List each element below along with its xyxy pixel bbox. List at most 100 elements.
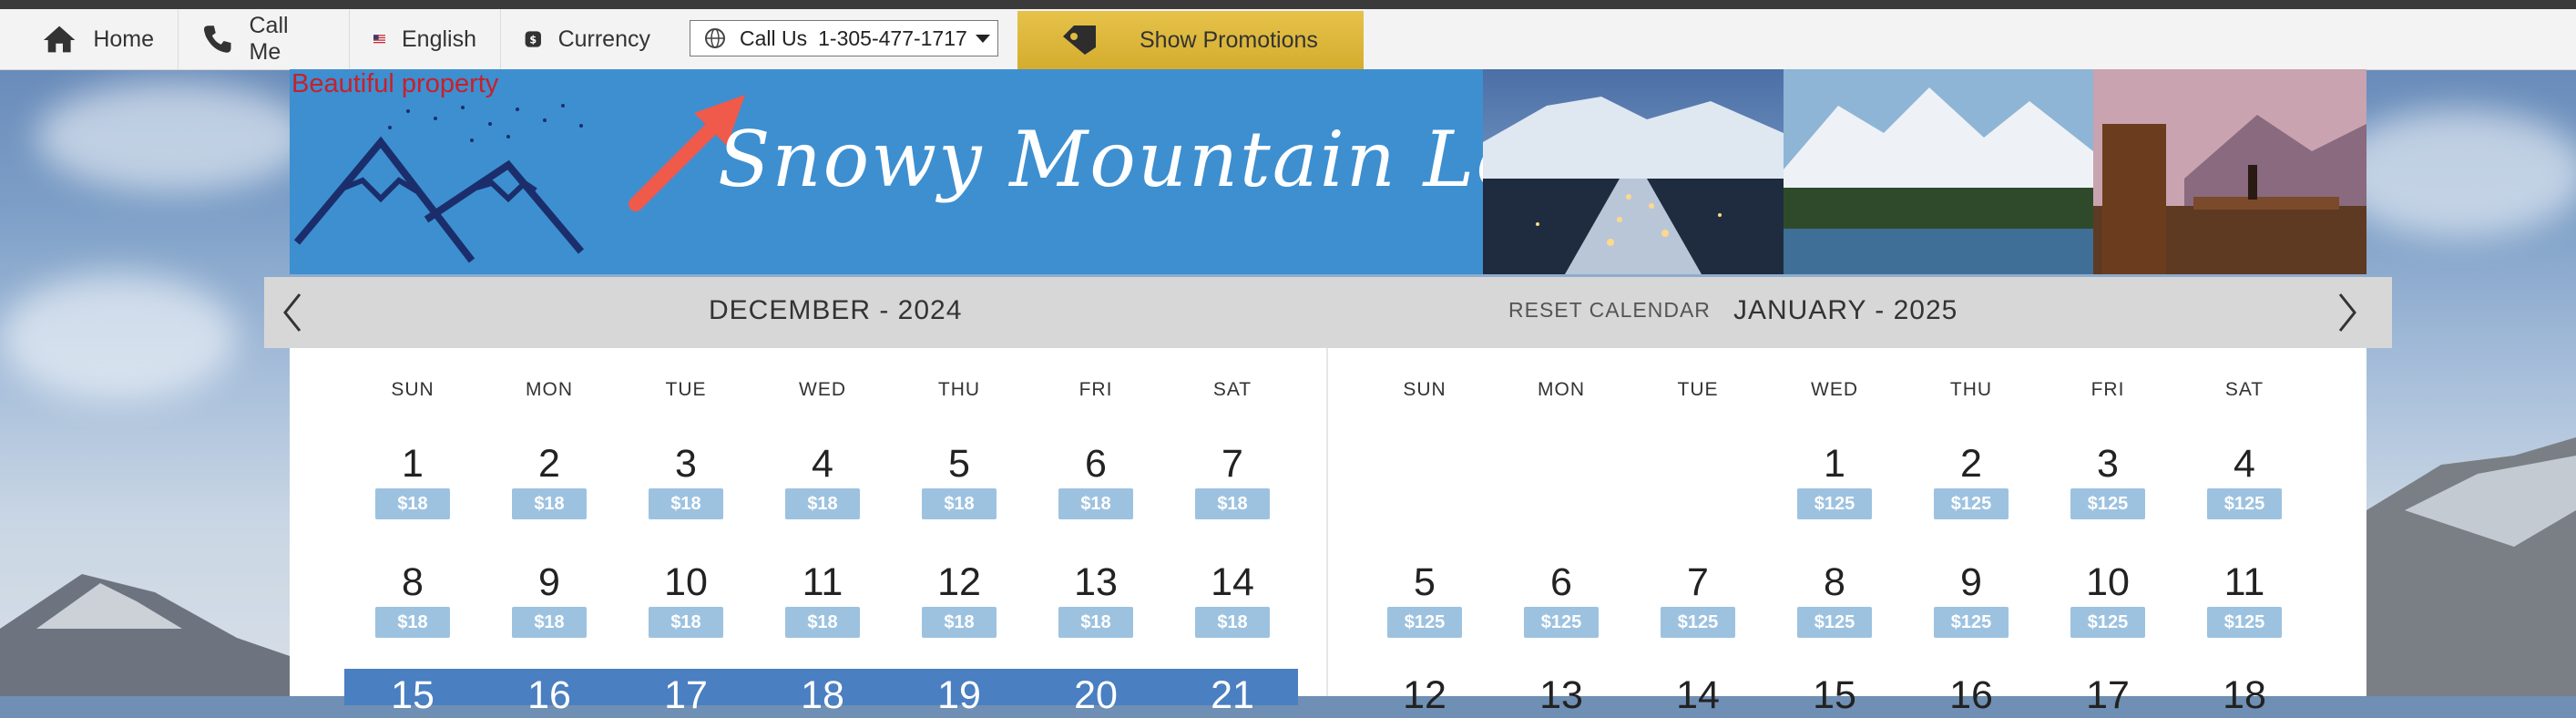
- day-number: 19: [937, 673, 981, 717]
- dec-day-cell[interactable]: 5 $18: [891, 441, 1027, 519]
- dec-weekday-mon: MON: [526, 379, 573, 400]
- jan-weekday-tue: TUE: [1677, 379, 1719, 400]
- currency-selector[interactable]: $ Currency: [501, 9, 674, 69]
- price-badge: $18: [649, 607, 723, 638]
- calendar-body: SUN MON TUE WED THU FRI SAT 1 $18 2 $18 3 $…: [290, 348, 2366, 717]
- jan-day-cell[interactable]: 5 $125: [1356, 559, 1493, 638]
- jan-day-cell[interactable]: 16: [1903, 672, 2039, 718]
- dec-weekday-tue: TUE: [665, 379, 707, 400]
- day-number: 4: [812, 442, 833, 486]
- show-promotions-label: Show Promotions: [1140, 26, 1318, 53]
- day-number: 15: [1813, 673, 1856, 717]
- jan-day-cell[interactable]: 6 $125: [1493, 559, 1630, 638]
- jan-weekday-thu: THU: [1949, 379, 1993, 400]
- dec-day-cell[interactable]: 14 $18: [1164, 559, 1301, 638]
- price-badge: $18: [375, 607, 450, 638]
- dec-weekday-thu: THU: [937, 379, 981, 400]
- day-number: 6: [1085, 442, 1107, 486]
- dec-day-cell[interactable]: 9 $18: [481, 559, 618, 638]
- dec-day-cell[interactable]: 1 $18: [344, 441, 481, 519]
- day-number: 7: [1687, 560, 1709, 604]
- jan-day-cell[interactable]: 15: [1766, 672, 1903, 718]
- dec-day-cell[interactable]: 18: [754, 672, 891, 718]
- dec-day-cell[interactable]: 20: [1027, 672, 1164, 718]
- jan-day-cell[interactable]: 17: [2039, 672, 2176, 718]
- jan-day-cell[interactable]: 1 $125: [1766, 441, 1903, 519]
- dec-day-cell[interactable]: 10 $18: [618, 559, 754, 638]
- jan-weekday-sat: SAT: [2224, 379, 2264, 400]
- day-number: 9: [538, 560, 560, 604]
- jan-day-cell[interactable]: 3 $125: [2039, 441, 2176, 519]
- day-number: 18: [801, 673, 844, 717]
- home-label: Home: [93, 26, 154, 52]
- language-selector[interactable]: English: [350, 9, 501, 69]
- jan-day-cell[interactable]: 18: [2176, 672, 2313, 718]
- globe-phone-icon: [705, 28, 725, 48]
- prev-month-button[interactable]: [270, 290, 315, 335]
- call-us-label: Call Us: [740, 26, 808, 50]
- jan-weekday-sun: SUN: [1403, 379, 1446, 400]
- day-number: 11: [2223, 560, 2265, 604]
- dec-day-cell[interactable]: 12 $18: [891, 559, 1027, 638]
- dec-day-cell[interactable]: 3 $18: [618, 441, 754, 519]
- dec-day-cell[interactable]: 15: [344, 672, 481, 718]
- dec-weekday-sat: SAT: [1212, 379, 1252, 400]
- dec-day-cell[interactable]: 7 $18: [1164, 441, 1301, 519]
- day-number: 14: [1211, 560, 1254, 604]
- day-number: 21: [1211, 673, 1254, 717]
- price-badge: $125: [2070, 607, 2145, 638]
- dec-day-cell[interactable]: 6 $18: [1027, 441, 1164, 519]
- jan-day-cell[interactable]: 2 $125: [1903, 441, 2039, 519]
- price-badge: $18: [512, 607, 587, 638]
- dec-day-cell[interactable]: 4 $18: [754, 441, 891, 519]
- price-badge: $125: [2207, 607, 2282, 638]
- dec-day-cell[interactable]: 13 $18: [1027, 559, 1164, 638]
- chevron-left-icon: [283, 293, 302, 332]
- home-link[interactable]: Home: [18, 9, 179, 69]
- dec-day-cell[interactable]: 8 $18: [344, 559, 481, 638]
- chevron-right-icon: [2338, 293, 2356, 332]
- dec-weekday-fri: FRI: [1078, 379, 1113, 400]
- price-badge: $18: [512, 488, 587, 519]
- price-badge: $125: [1934, 607, 2009, 638]
- day-number: 1: [402, 442, 424, 486]
- jan-day-cell[interactable]: 4 $125: [2176, 441, 2313, 519]
- jan-day-cell[interactable]: 13: [1493, 672, 1630, 718]
- day-number: 7: [1222, 442, 1243, 486]
- banner-tagline: Beautiful property: [291, 69, 499, 98]
- jan-day-cell[interactable]: 14: [1630, 672, 1766, 718]
- dec-day-cell[interactable]: 21: [1164, 672, 1301, 718]
- price-badge: $125: [2070, 488, 2145, 519]
- month-divider: [1326, 348, 1328, 696]
- dec-day-cell[interactable]: 16: [481, 672, 618, 718]
- price-badge: $18: [1195, 488, 1270, 519]
- reset-calendar-button[interactable]: RESET CALENDAR: [1508, 298, 1711, 323]
- day-number: 10: [2086, 560, 2130, 604]
- jan-day-cell[interactable]: 10 $125: [2039, 559, 2176, 638]
- property-banner: Beautiful property Snowy Mountain Lodge: [290, 69, 2366, 274]
- call-us-dropdown[interactable]: Call Us 1-305-477-1717: [690, 20, 998, 56]
- jan-day-cell[interactable]: 8 $125: [1766, 559, 1903, 638]
- price-badge: $18: [649, 488, 723, 519]
- right-month-title: JANUARY - 2025: [1733, 295, 1958, 325]
- call-me-link[interactable]: Call Me: [179, 9, 350, 69]
- jan-day-cell[interactable]: 9 $125: [1903, 559, 2039, 638]
- price-badge: $125: [1524, 607, 1599, 638]
- dec-day-cell[interactable]: 2 $18: [481, 441, 618, 519]
- jan-day-cell[interactable]: 11 $125: [2176, 559, 2313, 638]
- show-promotions-button[interactable]: Show Promotions: [1017, 11, 1364, 69]
- price-badge: $125: [1661, 607, 1735, 638]
- day-number: 8: [402, 560, 424, 604]
- price-badge: $18: [785, 488, 860, 519]
- town-night-photo: [1483, 69, 1784, 274]
- jan-day-cell[interactable]: 12: [1356, 672, 1493, 718]
- left-month-title: DECEMBER - 2024: [709, 295, 963, 325]
- day-number: 6: [1550, 560, 1572, 604]
- mountain-lake-photo: [1784, 69, 2093, 274]
- dec-day-cell[interactable]: 19: [891, 672, 1027, 718]
- next-month-button[interactable]: [2325, 290, 2370, 335]
- jan-day-cell[interactable]: 7 $125: [1630, 559, 1766, 638]
- dec-day-cell[interactable]: 11 $18: [754, 559, 891, 638]
- dec-day-cell[interactable]: 17: [618, 672, 754, 718]
- day-number: 4: [2234, 442, 2255, 486]
